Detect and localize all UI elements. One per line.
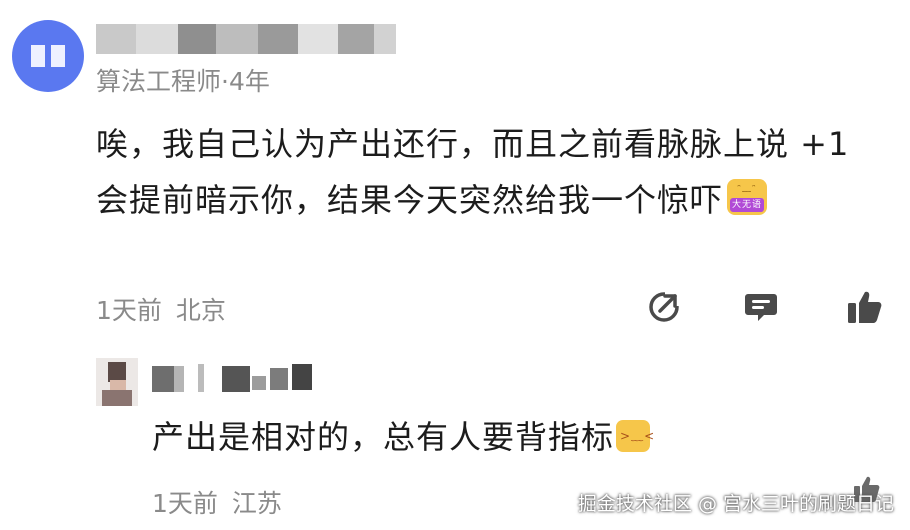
comment-body: 唉，我自己认为产出还行，而且之前看脉脉上说 +1 会提前暗示你，结果今天突然给我…: [96, 116, 886, 228]
like-icon[interactable]: [846, 288, 884, 326]
comment-footer: 1天前 北京: [96, 291, 226, 327]
reply-sticker-emoji: >﹏<: [616, 420, 654, 452]
comment-thread: 算法工程师·4年 唉，我自己认为产出还行，而且之前看脉脉上说 +1 会提前暗示你…: [0, 0, 910, 530]
reply-location: 江苏: [231, 489, 282, 518]
share-icon[interactable]: [645, 288, 683, 326]
sticker-emoji: ᵔ﹏ᵔ 大无语: [727, 179, 768, 215]
reply-avatar[interactable]: [96, 358, 138, 406]
comment-location: 北京: [175, 296, 226, 325]
reply-body: 产出是相对的，总有人要背指标 >﹏<: [152, 413, 654, 461]
user-avatar[interactable]: [12, 20, 84, 92]
reply-footer: 1天前 江苏: [152, 484, 282, 520]
comment-icon[interactable]: [742, 288, 780, 326]
comment-time: 1天前: [96, 296, 162, 325]
username-blurred[interactable]: [96, 24, 396, 54]
user-meta: 算法工程师·4年: [96, 67, 270, 96]
sticker-label: 大无语: [730, 198, 765, 212]
reply-text: 产出是相对的，总有人要背指标: [152, 418, 615, 456]
reply-username-blurred[interactable]: [152, 362, 332, 394]
watermark: 掘金技术社区 @ 宫水三叶的刷题日记: [577, 493, 894, 515]
reply-time: 1天前: [152, 489, 218, 518]
